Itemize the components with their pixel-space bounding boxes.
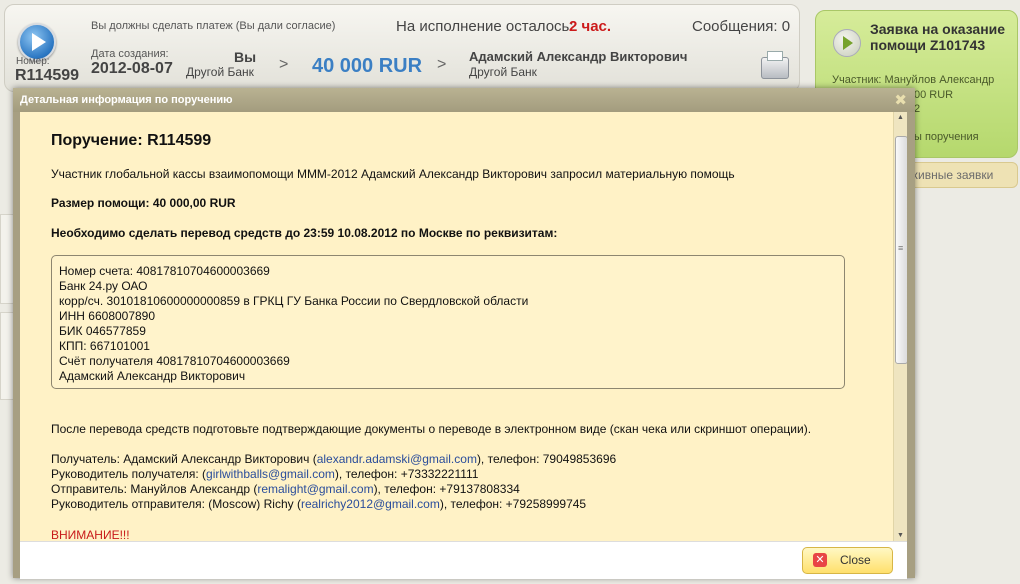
recipient-head-contact: Руководитель получателя: (girlwithballs@…: [51, 467, 479, 481]
close-icon[interactable]: ✖: [894, 91, 907, 109]
arrow-right-icon: >: [437, 56, 447, 73]
after-transfer-text: После перевода средств подготовьте подтв…: [51, 422, 812, 436]
remaining-time: 2 час.: [569, 18, 612, 35]
to-name: Адамский Александр Викторович: [469, 49, 688, 64]
help-amount: Размер помощи: 40 000,00 RUR: [51, 196, 236, 210]
archive-requests-label: хивные заявки: [912, 168, 994, 182]
intro-text: Участник глобальной кассы взаимопомощи М…: [51, 167, 735, 181]
corr-account: корр/сч. 30101810600000000859 в ГРКЦ ГУ …: [59, 294, 529, 308]
recipient-name: Адамский Александр Викторович: [59, 369, 246, 383]
consent-text: Вы должны сделать платеж (Вы дали соглас…: [91, 20, 336, 32]
sender-head-contact: Руководитель отправителя: (Moscow) Richy…: [51, 497, 587, 511]
sender-email-link[interactable]: remalight@gmail.com: [257, 482, 373, 496]
bik: БИК 046577859: [59, 324, 146, 338]
side-orders-link[interactable]: ы поручения: [914, 131, 979, 143]
order-details-dialog: Детальная информация по поручению ✖ Пору…: [13, 88, 915, 579]
grip-icon: ≡: [898, 243, 904, 253]
close-icon: ✕: [813, 553, 827, 567]
help-request-title: Заявка на оказание помощи Z101743: [870, 21, 1006, 53]
order-header-card: Номер: R114599 Вы должны сделать платеж …: [4, 4, 800, 92]
bank-name: Банк 24.ру ОАО: [59, 279, 148, 293]
recipient-head-email-link[interactable]: girlwithballs@gmail.com: [206, 467, 335, 481]
dialog-title: Детальная информация по поручению: [20, 94, 233, 106]
side-amount: 00 RUR: [914, 89, 954, 101]
arrow-right-icon: [833, 29, 861, 57]
order-number: R114599: [15, 67, 80, 84]
from-name: Вы: [234, 49, 257, 65]
inn: ИНН 6608007890: [59, 309, 156, 323]
messages-count[interactable]: Сообщения: 0: [692, 18, 790, 35]
number-label: Номер:: [16, 56, 50, 67]
order-heading: Поручение: R114599: [51, 132, 212, 149]
arrow-right-icon: >: [279, 56, 289, 73]
close-button[interactable]: ✕ Close: [802, 547, 893, 574]
vertical-scrollbar[interactable]: ▲ ≡ ▼: [893, 112, 907, 541]
from-bank: Другой Банк: [186, 65, 254, 79]
kpp: КПП: 667101001: [59, 339, 150, 353]
account-number: Номер счета: 40817810704600003669: [59, 264, 270, 278]
remaining-label: На исполнение осталось:: [396, 18, 574, 35]
close-button-label: Close: [840, 553, 871, 567]
recipient-email-link[interactable]: alexandr.adamski@gmail.com: [317, 452, 477, 466]
dialog-titlebar[interactable]: Детальная информация по поручению ✖: [13, 88, 915, 112]
recipient-contact: Получатель: Адамский Александр Викторови…: [51, 452, 617, 466]
dialog-footer: ✕ Close: [20, 541, 907, 579]
warning-text: ВНИМАНИЕ!!!: [51, 528, 130, 541]
scroll-up-icon[interactable]: ▲: [897, 114, 904, 121]
dialog-body: Поручение: R114599 Участник глобальной к…: [20, 112, 907, 541]
sender-head-email-link[interactable]: realrichy2012@gmail.com: [301, 497, 440, 511]
date-label: Дата создания:: [91, 48, 169, 60]
side-participant: Участник: Мануйлов Александр: [832, 74, 995, 86]
scrollbar-thumb[interactable]: ≡: [895, 136, 907, 364]
scroll-down-icon[interactable]: ▼: [897, 532, 904, 539]
recipient-account: Счёт получателя 40817810704600003669: [59, 354, 290, 368]
deadline-text: Необходимо сделать перевод средств до 23…: [51, 226, 558, 240]
to-bank: Другой Банк: [469, 65, 537, 79]
printer-icon[interactable]: [761, 51, 789, 79]
bank-details-box: Номер счета: 40817810704600003669 Банк 2…: [51, 255, 845, 389]
transfer-amount: 40 000 RUR: [312, 55, 423, 77]
sender-contact: Отправитель: Мануйлов Александр (remalig…: [51, 482, 520, 496]
creation-date: 2012-08-07: [91, 60, 173, 77]
